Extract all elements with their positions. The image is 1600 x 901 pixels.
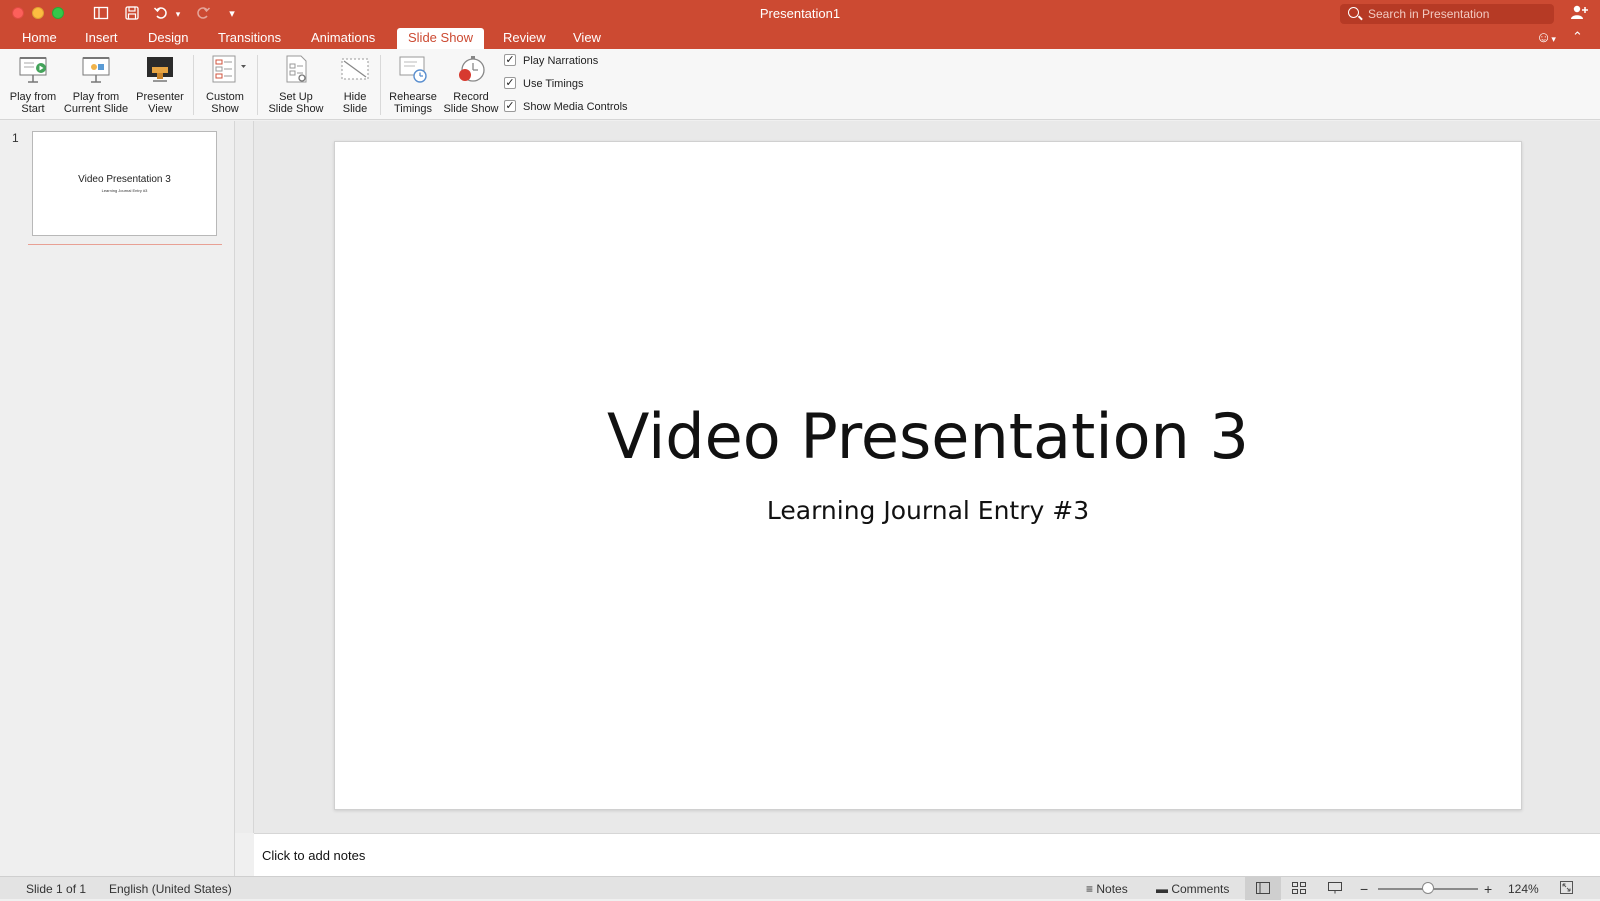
set-up-slide-show-icon <box>280 53 312 85</box>
play-from-start-label: Play from Start <box>9 91 57 115</box>
presenter-view-button[interactable]: Presenter View <box>130 53 190 115</box>
ribbon-separator <box>193 55 194 115</box>
comment-icon: ▬ <box>1156 882 1168 896</box>
notes-button-label: Notes <box>1096 882 1128 896</box>
rehearse-timings-label: Rehearse Timings <box>389 91 437 115</box>
play-from-current-slide-button[interactable]: Play from Current Slide <box>63 53 129 115</box>
zoom-slider-thumb[interactable] <box>1422 882 1434 894</box>
close-window-button[interactable] <box>12 7 24 19</box>
play-from-current-slide-label: Play from Current Slide <box>63 91 129 115</box>
tab-transitions[interactable]: Transitions <box>207 28 292 49</box>
thumbnail-title: Video Presentation 3 <box>78 174 171 185</box>
minimize-window-button[interactable] <box>32 7 44 19</box>
slide-title[interactable]: Video Presentation 3 <box>335 400 1521 473</box>
pane-splitter[interactable] <box>235 121 254 833</box>
undo-dropdown-icon[interactable]: ▾ <box>173 5 183 23</box>
show-media-controls-label: Show Media Controls <box>523 101 628 113</box>
slide-editor: Video Presentation 3 Learning Journal En… <box>254 121 1600 833</box>
tab-view[interactable]: View <box>562 28 612 49</box>
thumbnail-subtitle: Learning Journal Entry #3 <box>101 188 148 193</box>
status-bar: Slide 1 of 1 English (United States) ≡ N… <box>0 876 1600 900</box>
hide-slide-button[interactable]: Hide Slide <box>332 53 378 115</box>
notes-icon: ≡ <box>1086 882 1094 896</box>
checkmark-icon: ✓ <box>504 54 516 67</box>
zoom-in-icon[interactable]: + <box>1484 881 1492 897</box>
sidebar-toggle-icon[interactable] <box>92 5 110 23</box>
checkmark-icon: ✓ <box>504 77 516 90</box>
custom-show-button[interactable]: Custom Show <box>196 53 254 115</box>
hide-slide-label: Hide Slide <box>342 91 368 115</box>
play-from-start-button[interactable]: Play from Start <box>4 53 62 115</box>
record-slide-show-icon <box>455 53 487 85</box>
tab-animations[interactable]: Animations <box>300 28 386 49</box>
undo-icon[interactable] <box>152 5 170 23</box>
zoom-out-icon[interactable]: − <box>1360 881 1368 897</box>
hide-slide-icon <box>339 53 371 85</box>
use-timings-checkbox[interactable]: ✓ Use Timings <box>504 77 584 93</box>
insertion-marker <box>28 244 222 245</box>
comments-button-label: Comments <box>1171 882 1230 896</box>
checkmark-icon: ✓ <box>504 100 516 113</box>
play-narrations-checkbox[interactable]: ✓ Play Narrations <box>504 54 598 70</box>
rehearse-timings-button[interactable]: Rehearse Timings <box>383 53 443 115</box>
slide-thumbnail[interactable]: Video Presentation 3 Learning Journal En… <box>32 131 217 236</box>
rehearse-timings-icon <box>397 53 429 85</box>
save-icon[interactable] <box>123 5 141 23</box>
set-up-slide-show-label: Set Up Slide Show <box>268 91 324 115</box>
slide-subtitle[interactable]: Learning Journal Entry #3 <box>335 496 1521 525</box>
play-narrations-label: Play Narrations <box>523 55 599 67</box>
use-timings-label: Use Timings <box>523 78 584 90</box>
comments-button[interactable]: ▬ Comments <box>1156 881 1229 897</box>
tab-review[interactable]: Review <box>492 28 557 49</box>
share-icon[interactable] <box>1570 4 1588 25</box>
presenter-view-icon <box>144 53 176 85</box>
play-from-start-icon <box>17 53 49 85</box>
ribbon-separator <box>380 55 381 115</box>
ribbon-tabs: Home Insert Design Transitions Animation… <box>0 28 1600 49</box>
zoom-level[interactable]: 124% <box>1508 881 1539 897</box>
title-bar: ▾ ▾ Presentation1 Search in Presentation <box>0 0 1600 28</box>
slide-show-view-icon[interactable] <box>1317 877 1353 900</box>
search-input[interactable]: Search in Presentation <box>1340 4 1554 24</box>
record-slide-show-label: Record Slide Show <box>443 91 499 115</box>
tab-home[interactable]: Home <box>11 28 68 49</box>
play-from-current-slide-icon <box>80 53 112 85</box>
record-slide-show-button[interactable]: Record Slide Show <box>440 53 502 115</box>
collapse-ribbon-icon[interactable]: ⌃ <box>1572 29 1583 45</box>
fit-to-window-icon[interactable] <box>1560 881 1573 897</box>
zoom-window-button[interactable] <box>52 7 64 19</box>
normal-view-icon[interactable] <box>1245 877 1281 900</box>
tab-design[interactable]: Design <box>137 28 199 49</box>
presenter-view-label: Presenter View <box>136 91 184 115</box>
slide-canvas[interactable]: Video Presentation 3 Learning Journal En… <box>334 141 1522 810</box>
show-media-controls-checkbox[interactable]: ✓ Show Media Controls <box>504 100 628 116</box>
language-indicator[interactable]: English (United States) <box>109 881 232 897</box>
notes-button[interactable]: ≡ Notes <box>1086 881 1128 897</box>
ribbon-separator <box>257 55 258 115</box>
slide-number: 1 <box>12 131 19 145</box>
feedback-smiley-icon[interactable]: ☺▾ <box>1536 29 1556 46</box>
set-up-slide-show-button[interactable]: Set Up Slide Show <box>262 53 330 115</box>
slide-count: Slide 1 of 1 <box>26 882 87 896</box>
customize-toolbar-icon[interactable]: ▾ <box>226 5 238 23</box>
slide-thumbnail-pane: 1 Video Presentation 3 Learning Journal … <box>0 121 235 876</box>
custom-show-icon <box>209 53 246 85</box>
tab-insert[interactable]: Insert <box>74 28 129 49</box>
slide-sorter-view-icon[interactable] <box>1281 877 1317 900</box>
custom-show-label: Custom Show <box>206 91 244 115</box>
tab-slide-show[interactable]: Slide Show <box>397 28 485 49</box>
ribbon: Play from Start Play from Current Slide … <box>0 49 1600 120</box>
notes-field[interactable]: Click to add notes <box>254 833 1600 876</box>
redo-icon[interactable] <box>194 5 212 23</box>
search-icon <box>1348 7 1359 18</box>
